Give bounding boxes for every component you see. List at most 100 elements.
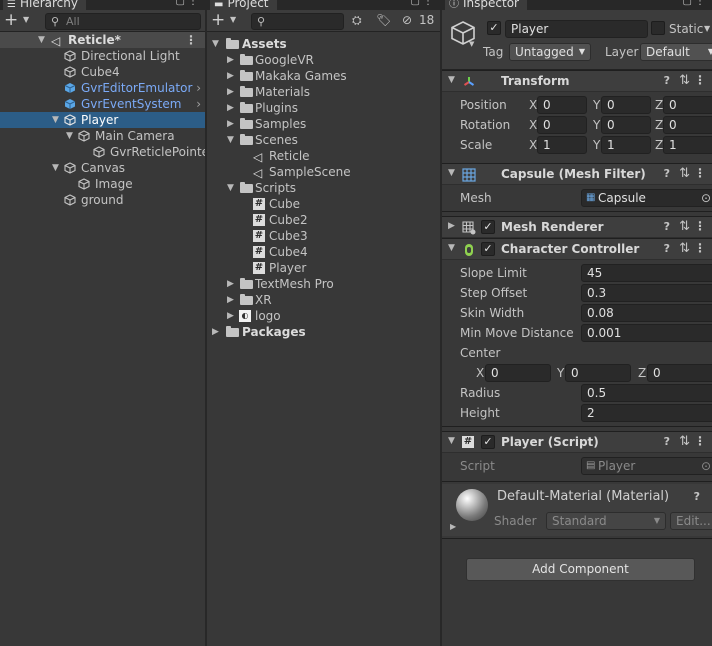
context-menu-icon[interactable]: ⋮ xyxy=(694,73,706,87)
height-field[interactable]: 2 xyxy=(581,404,712,422)
add-icon[interactable]: + xyxy=(4,11,18,29)
project-folder[interactable]: ▶ Plugins xyxy=(207,100,440,116)
collapse-arrow-icon[interactable]: ▶ xyxy=(212,324,219,340)
skin-width-field[interactable]: 0.08 xyxy=(581,304,712,322)
player-script-component-header[interactable]: ▼ # ✓ Player (Script) ? ⇅ ⋮ xyxy=(442,431,712,453)
hierarchy-search-input[interactable]: ⚲ All xyxy=(45,13,201,30)
rotation-z-field[interactable]: 0 xyxy=(663,116,712,134)
player-script-enabled-checkbox[interactable]: ✓ xyxy=(481,435,495,449)
expand-arrow-icon[interactable]: ▼ xyxy=(448,243,455,253)
project-scene-asset[interactable]: ◁ SampleScene xyxy=(207,164,440,180)
hierarchy-item[interactable]: Directional Light xyxy=(0,48,205,64)
context-menu-icon[interactable]: ⋮ xyxy=(694,219,706,233)
collapse-arrow-icon[interactable]: ▶ xyxy=(227,100,234,116)
project-image-asset[interactable]: ▶ ◐ logo xyxy=(207,308,440,324)
static-dropdown-icon[interactable]: ▼ xyxy=(704,24,710,33)
expand-arrow-icon[interactable]: ▼ xyxy=(227,180,234,196)
scale-z-field[interactable]: 1 xyxy=(663,136,712,154)
context-menu-icon[interactable]: ⋮ xyxy=(694,166,706,180)
mesh-renderer-component-header[interactable]: ▶ ✓ Mesh Renderer ? ⇅ ⋮ xyxy=(442,216,712,238)
shader-dropdown[interactable]: Standard ▼ xyxy=(546,512,666,530)
hierarchy-item[interactable]: GvrEventSystem › xyxy=(0,96,205,112)
hidden-packages-icon[interactable]: ⊘ xyxy=(402,13,412,27)
collapse-arrow-icon[interactable]: ▶ xyxy=(227,116,234,132)
project-folder[interactable]: ▶ Makaka Games xyxy=(207,68,440,84)
project-folder[interactable]: ▶ Samples xyxy=(207,116,440,132)
inspector-tab[interactable]: ⓘ Inspector xyxy=(445,0,527,10)
scene-menu-icon[interactable]: ⋮ xyxy=(185,32,197,48)
presets-icon[interactable]: ⇅ xyxy=(679,166,690,181)
project-tab[interactable]: ▬ Project xyxy=(210,0,277,10)
chevron-down-icon[interactable]: ▼ xyxy=(230,15,236,24)
chevron-down-icon[interactable]: ▼ xyxy=(23,15,29,24)
project-script-asset[interactable]: # Cube2 xyxy=(207,212,440,228)
scale-y-field[interactable]: 1 xyxy=(601,136,651,154)
context-menu-icon[interactable]: ⋮ xyxy=(694,434,706,448)
collapse-arrow-icon[interactable]: ▶ xyxy=(227,68,234,84)
hierarchy-item[interactable]: Cube4 xyxy=(0,64,205,80)
hierarchy-item[interactable]: GvrReticlePointer xyxy=(0,144,205,160)
expand-arrow-icon[interactable]: ▼ xyxy=(52,160,59,176)
search-by-type-icon[interactable]: ⛭ xyxy=(352,13,362,28)
step-offset-field[interactable]: 0.3 xyxy=(581,284,712,302)
collapse-arrow-icon[interactable]: ▶ xyxy=(227,84,234,100)
mesh-renderer-enabled-checkbox[interactable]: ✓ xyxy=(481,220,495,234)
help-icon[interactable]: ? xyxy=(694,490,700,503)
center-x-field[interactable]: 0 xyxy=(485,364,551,382)
position-y-field[interactable]: 0 xyxy=(601,96,651,114)
mesh-object-field[interactable]: ▦ Capsule ⊙ xyxy=(581,189,712,207)
position-x-field[interactable]: 0 xyxy=(537,96,587,114)
label-tag-icon[interactable]: 🏷 xyxy=(376,13,391,27)
project-scene-asset[interactable]: ◁ Reticle xyxy=(207,148,440,164)
project-folder-assets[interactable]: ▼ Assets xyxy=(207,36,440,52)
min-move-distance-field[interactable]: 0.001 xyxy=(581,324,712,342)
hierarchy-item[interactable]: ▼ Canvas xyxy=(0,160,205,176)
collapse-arrow-icon[interactable]: ▶ xyxy=(227,52,234,68)
hierarchy-item[interactable]: ground xyxy=(0,192,205,208)
add-icon[interactable]: + xyxy=(211,11,225,29)
project-script-asset[interactable]: # Cube xyxy=(207,196,440,212)
transform-component-header[interactable]: ▼ Transform ? ⇅ ⋮ xyxy=(442,70,712,92)
project-script-asset[interactable]: # Cube4 xyxy=(207,244,440,260)
character-controller-component-header[interactable]: ▼ ✓ Character Controller ? ⇅ ⋮ xyxy=(442,238,712,260)
presets-icon[interactable]: ⇅ xyxy=(679,434,690,449)
project-folder[interactable]: ▶ Materials xyxy=(207,84,440,100)
expand-arrow-icon[interactable]: ▼ xyxy=(448,168,455,178)
project-folder[interactable]: ▼ Scenes xyxy=(207,132,440,148)
static-checkbox[interactable] xyxy=(651,21,665,35)
project-search-input[interactable]: ⚲ xyxy=(251,13,344,30)
project-folder[interactable]: ▶ XR xyxy=(207,292,440,308)
position-z-field[interactable]: 0 xyxy=(663,96,712,114)
hierarchy-item[interactable]: Image xyxy=(0,176,205,192)
hierarchy-item[interactable]: GvrEditorEmulator › xyxy=(0,80,205,96)
edit-shader-button[interactable]: Edit... xyxy=(670,512,712,530)
hierarchy-item[interactable]: ▼ Main Camera xyxy=(0,128,205,144)
center-y-field[interactable]: 0 xyxy=(565,364,631,382)
expand-arrow-icon[interactable]: ▼ xyxy=(448,75,455,85)
tag-dropdown[interactable]: Untagged ▼ xyxy=(509,43,591,61)
rotation-y-field[interactable]: 0 xyxy=(601,116,651,134)
object-name-field[interactable]: Player xyxy=(505,20,648,38)
help-icon[interactable]: ? xyxy=(664,242,670,255)
hierarchy-item-selected[interactable]: ▼ Player xyxy=(0,112,205,128)
radius-field[interactable]: 0.5 xyxy=(581,384,712,402)
inspector-tab-controls[interactable]: ▢⋮ xyxy=(683,0,708,8)
project-folder[interactable]: ▶ GoogleVR xyxy=(207,52,440,68)
expand-arrow-icon[interactable]: ▼ xyxy=(227,132,234,148)
chevron-down-icon[interactable]: ▼ xyxy=(469,40,474,48)
expand-arrow-icon[interactable]: ▼ xyxy=(212,36,219,52)
chevron-right-icon[interactable]: › xyxy=(196,96,201,112)
help-icon[interactable]: ? xyxy=(664,435,670,448)
collapse-arrow-icon[interactable]: ▶ xyxy=(448,221,455,231)
presets-icon[interactable]: ⇅ xyxy=(679,73,690,88)
expand-arrow-icon[interactable]: ▼ xyxy=(448,436,455,446)
mesh-filter-component-header[interactable]: ▼ Capsule (Mesh Filter) ? ⇅ ⋮ xyxy=(442,163,712,185)
scale-x-field[interactable]: 1 xyxy=(537,136,587,154)
project-tab-controls[interactable]: ▢⋮ xyxy=(411,0,436,8)
collapse-arrow-icon[interactable]: ▶ xyxy=(450,522,456,531)
expand-arrow-icon[interactable]: ▼ xyxy=(52,112,59,128)
center-z-field[interactable]: 0 xyxy=(647,364,712,382)
help-icon[interactable]: ? xyxy=(664,74,670,87)
collapse-arrow-icon[interactable]: ▶ xyxy=(227,308,234,324)
hierarchy-tab-controls[interactable]: ▢⋮ xyxy=(176,0,201,8)
